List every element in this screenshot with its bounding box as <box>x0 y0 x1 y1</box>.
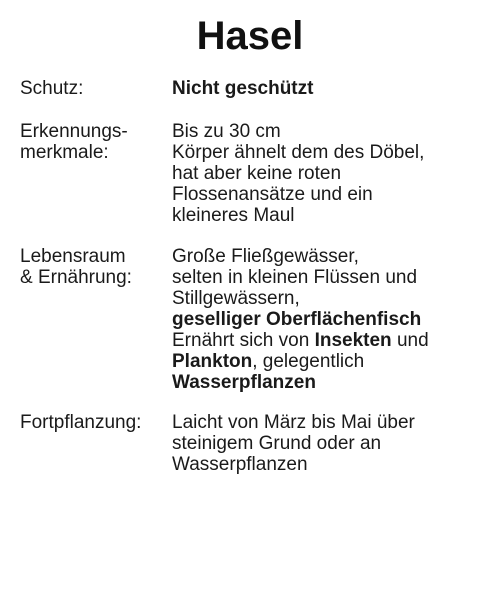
schutz-value: Nicht geschützt <box>172 78 314 99</box>
value-line-bold: Wasserpflanzen <box>172 372 316 393</box>
erkennungsmerkmale-value: Bis zu 30 cm Körper ähnelt dem des Döbel… <box>172 121 472 226</box>
label-line: Erkennungs- <box>20 121 128 142</box>
value-line: Körper ähnelt dem des Döbel, <box>172 142 425 163</box>
text-segment: , gelegentlich <box>252 351 365 372</box>
value-line: Ernährt sich von Insekten und <box>172 330 472 351</box>
value-line: Große Fließgewässer, <box>172 246 359 267</box>
value-line: Laicht von März bis Mai über <box>172 412 415 433</box>
text-segment-bold: Insekten <box>314 330 392 351</box>
label-line: & Ernährung: <box>20 267 132 288</box>
value-line: hat aber keine roten <box>172 163 342 184</box>
page-title: Hasel <box>196 14 304 58</box>
value-line: Bis zu 30 cm <box>172 121 281 142</box>
value-line: Stillgewässern, <box>172 288 300 309</box>
value-line: Wasserpflanzen <box>172 454 308 475</box>
value-line: steinigem Grund oder an <box>172 433 382 454</box>
text-segment: Ernährt sich von <box>172 330 315 351</box>
value-line: kleineres Maul <box>172 205 295 226</box>
text-segment-bold: Plankton <box>172 351 253 372</box>
lebensraum-label: Lebensraum & Ernährung: <box>20 246 170 288</box>
value-line-bold: geselliger Oberflächenfisch <box>172 309 422 330</box>
text-segment: und <box>391 330 429 351</box>
value-line: Plankton, gelegentlich <box>172 351 472 372</box>
erkennungsmerkmale-label: Erkennungs- merkmale: <box>20 121 170 163</box>
fortpflanzung-label: Fortpflanzung: <box>20 412 142 433</box>
lebensraum-value: Große Fließgewässer, selten in kleinen F… <box>172 246 472 393</box>
value-line: Flossenansätze und ein <box>172 184 373 205</box>
fortpflanzung-value: Laicht von März bis Mai über steinigem G… <box>172 412 472 475</box>
schutz-label: Schutz: <box>20 78 84 99</box>
label-line: Lebensraum <box>20 246 126 267</box>
label-line: merkmale: <box>20 142 109 163</box>
value-line: selten in kleinen Flüssen und <box>172 267 418 288</box>
